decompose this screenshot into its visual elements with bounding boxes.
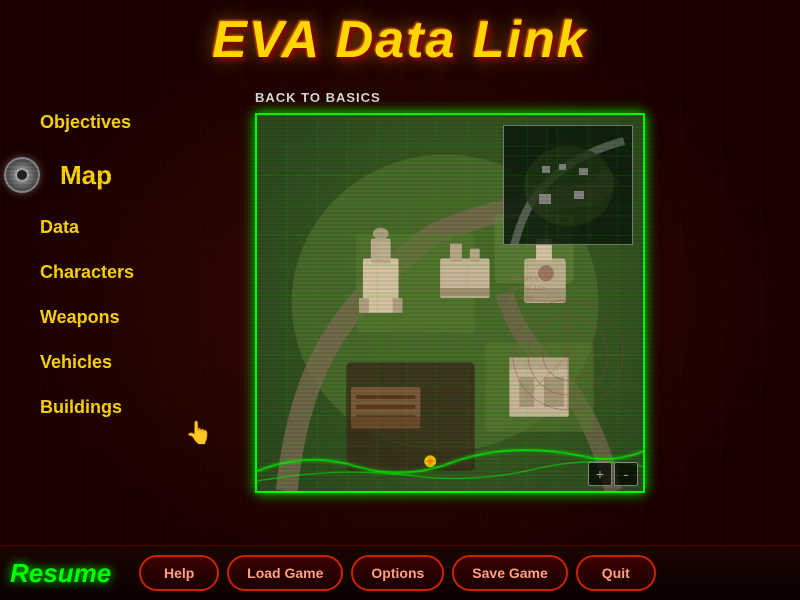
sidebar-item-data[interactable]: Data (0, 205, 245, 250)
sidebar-item-buildings[interactable]: Buildings (0, 385, 245, 430)
sidebar-item-objectives[interactable]: Objectives (0, 100, 245, 145)
quit-button[interactable]: Quit (576, 555, 656, 591)
buildings-label: Buildings (40, 397, 122, 417)
data-label: Data (40, 217, 79, 237)
help-button[interactable]: Help (139, 555, 219, 591)
tactical-map[interactable]: SECTOR A COORD: 12.5 ALT: 0042 + - (255, 113, 645, 493)
weapons-label: Weapons (40, 307, 120, 327)
map-label: Map (60, 160, 112, 191)
sidebar-item-weapons[interactable]: Weapons (0, 295, 245, 340)
main-content-area: BACK TO BASICS (245, 80, 800, 540)
page-title: EVA Data Link (0, 10, 800, 70)
map-eye-icon (4, 157, 40, 193)
sidebar-nav: Objectives Map Data Characters Weapons V… (0, 80, 245, 540)
sidebar-item-characters[interactable]: Characters (0, 250, 245, 295)
vehicles-label: Vehicles (40, 352, 112, 372)
objectives-label: Objectives (40, 112, 131, 132)
resume-button[interactable]: Resume (10, 558, 111, 589)
sidebar-item-map[interactable]: Map (0, 145, 245, 205)
sidebar-item-vehicles[interactable]: Vehicles (0, 340, 245, 385)
mission-label: BACK TO BASICS (255, 90, 790, 105)
save-game-button[interactable]: Save Game (452, 555, 568, 591)
map-grid-overlay (257, 115, 643, 491)
options-button[interactable]: Options (351, 555, 444, 591)
load-game-button[interactable]: Load Game (227, 555, 343, 591)
characters-label: Characters (40, 262, 134, 282)
bottom-toolbar: Resume Help Load Game Options Save Game … (0, 545, 800, 600)
